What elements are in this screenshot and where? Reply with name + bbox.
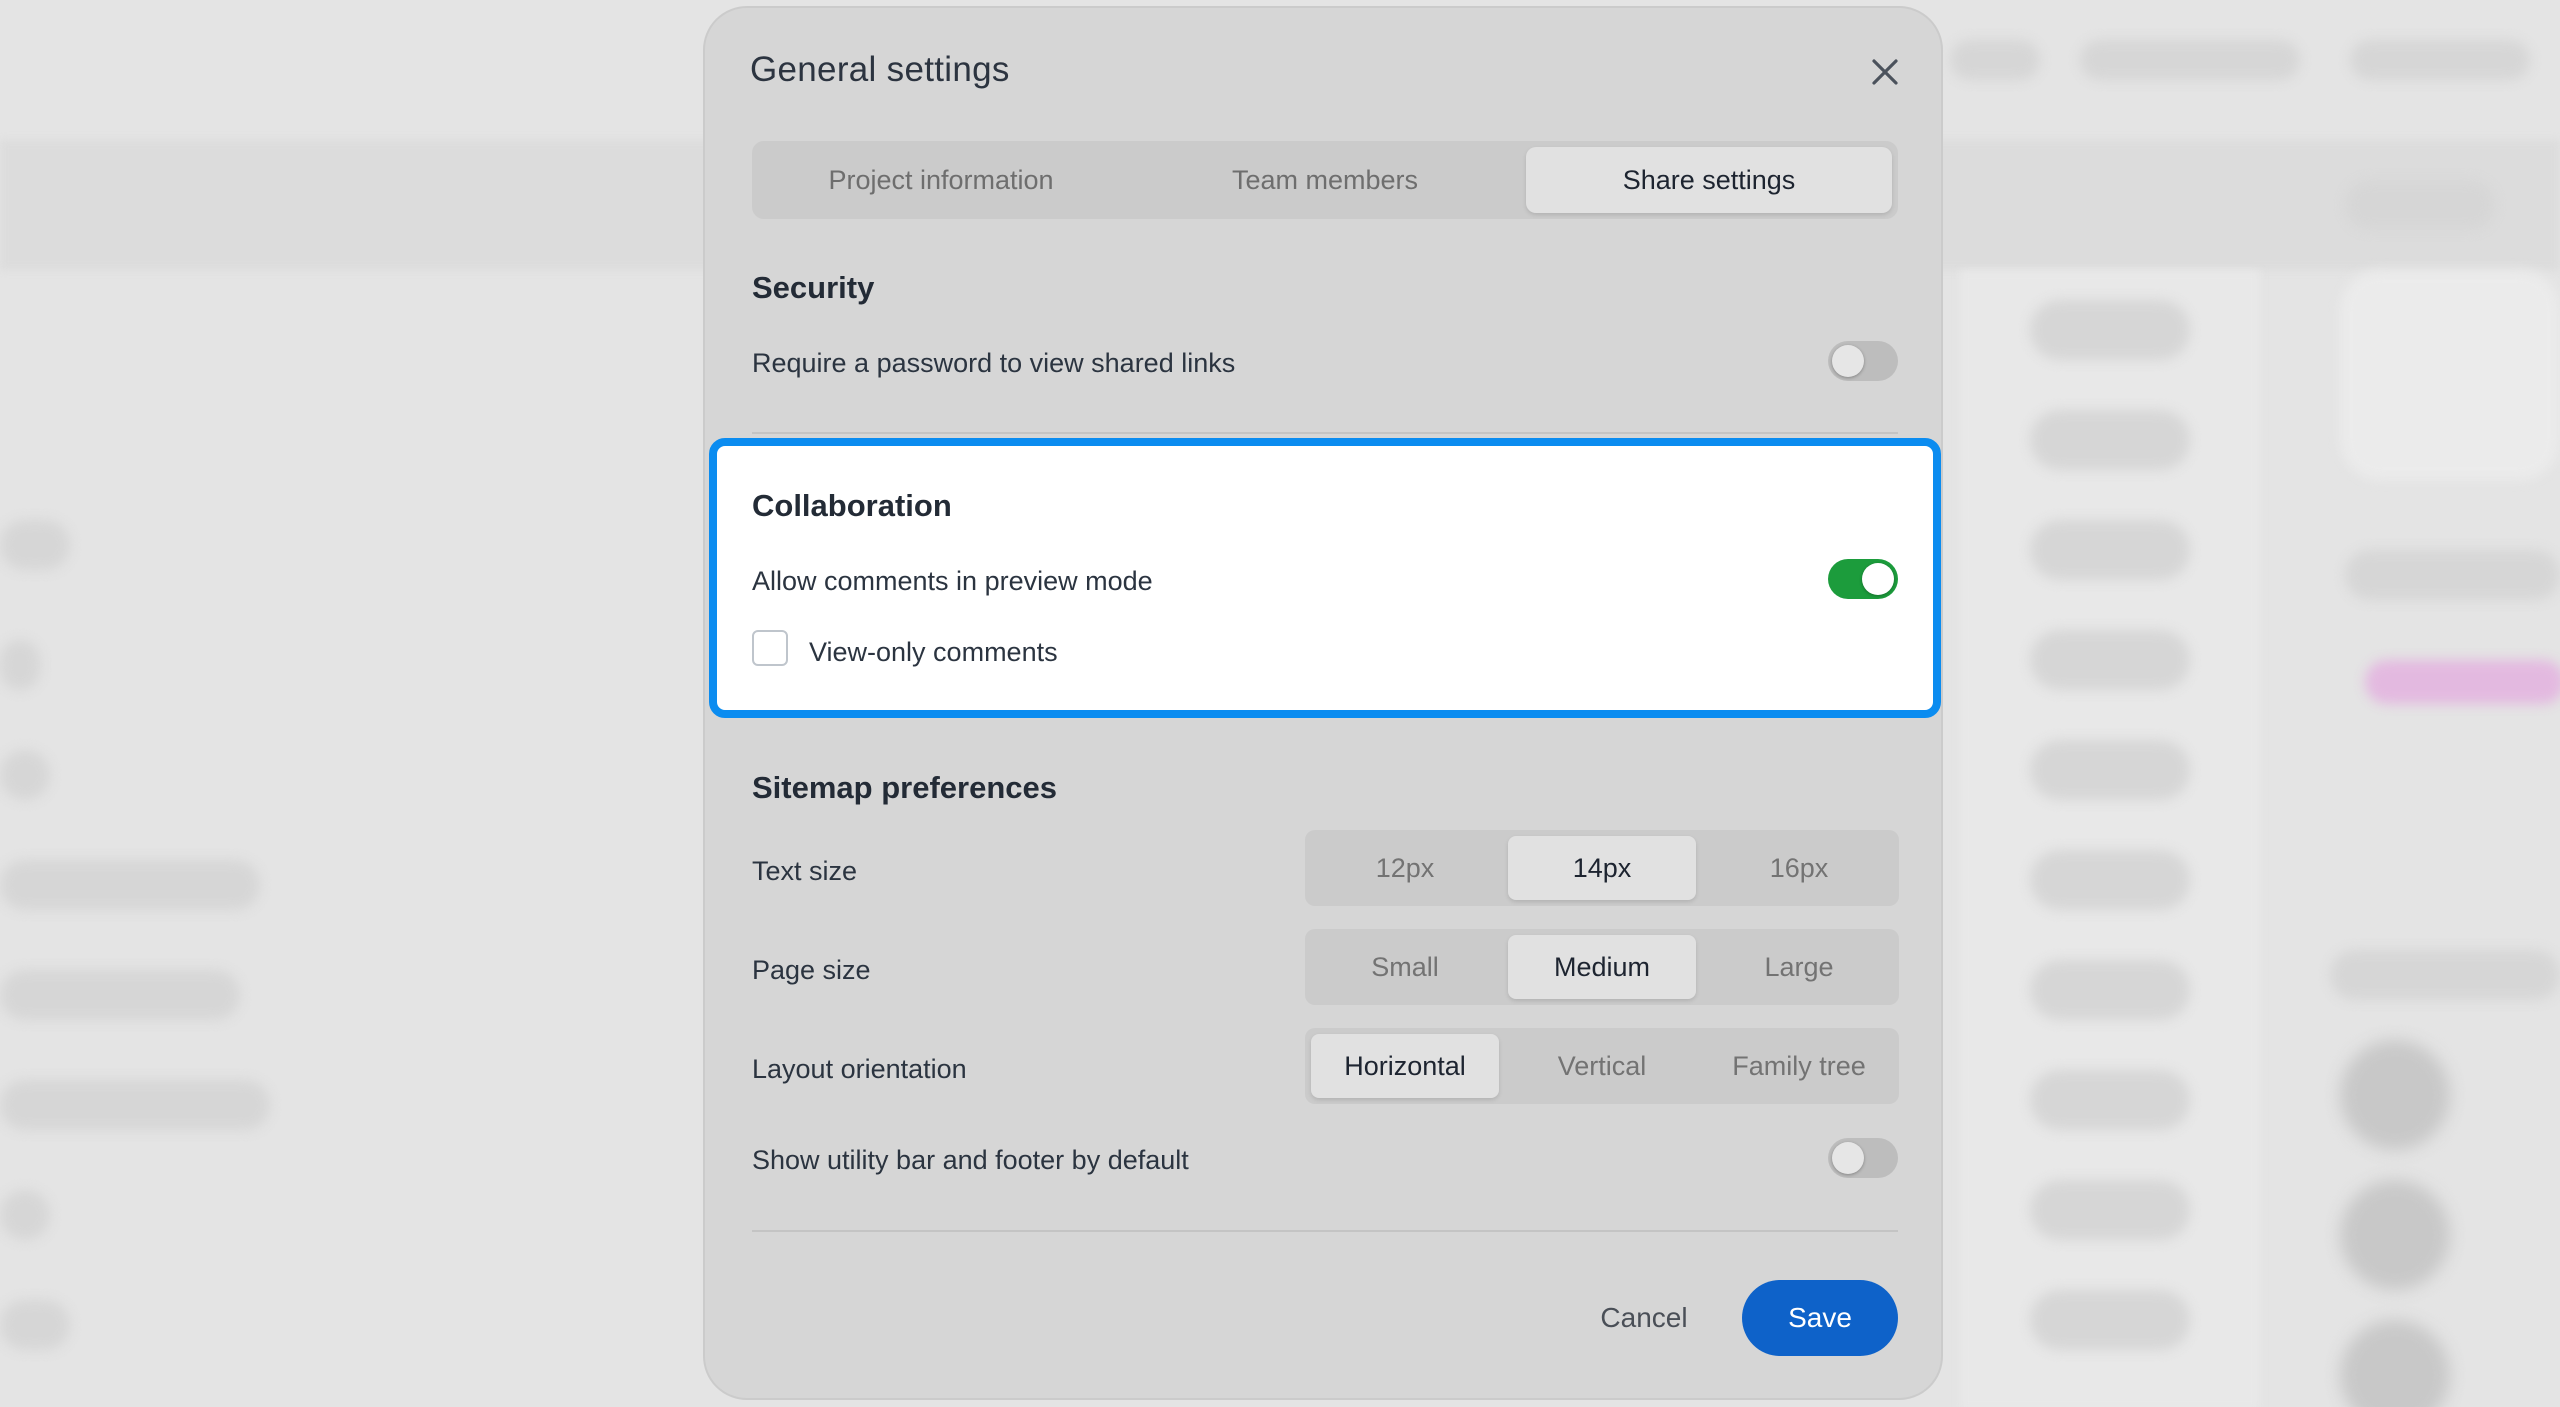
page-size-option-large[interactable]: Large	[1705, 935, 1893, 999]
background-blob	[0, 1190, 50, 1240]
text-size-option-16px[interactable]: 16px	[1705, 836, 1893, 900]
background-blob	[2030, 410, 2190, 470]
background-blob	[0, 750, 50, 800]
background-blob	[2030, 850, 2190, 910]
toggle-knob	[1862, 563, 1894, 595]
tab-project-information[interactable]: Project information	[758, 147, 1124, 213]
text-size-label: Text size	[752, 856, 858, 886]
password-toggle[interactable]	[1828, 341, 1898, 381]
general-settings-modal: General settings Project information Tea…	[703, 6, 1943, 1400]
toggle-knob	[1832, 345, 1864, 377]
background-tag	[2365, 660, 2560, 704]
text-size-option-12px[interactable]: 12px	[1311, 836, 1499, 900]
security-heading: Security	[752, 270, 875, 305]
layout-option-vertical[interactable]: Vertical	[1508, 1034, 1696, 1098]
settings-tabs: Project information Team members Share s…	[752, 141, 1898, 219]
background-blob	[2030, 1290, 2190, 1350]
background-avatar	[2340, 1320, 2450, 1407]
section-divider	[752, 432, 1898, 434]
background-blob	[0, 640, 40, 690]
toggle-knob	[1832, 1142, 1864, 1174]
tab-team-members[interactable]: Team members	[1142, 147, 1508, 213]
footer-divider	[752, 1230, 1898, 1232]
background-blob	[2030, 1070, 2190, 1130]
background-blob	[0, 970, 240, 1020]
sitemap-heading: Sitemap preferences	[752, 770, 1057, 805]
background-blob	[2345, 180, 2495, 230]
page-size-option-medium[interactable]: Medium	[1508, 935, 1696, 999]
text-size-option-14px[interactable]: 14px	[1508, 836, 1696, 900]
background-blob	[2030, 740, 2190, 800]
view-only-comments-label: View-only comments	[809, 637, 1058, 667]
background-blob	[2330, 950, 2560, 1000]
background-avatar	[2340, 1180, 2450, 1290]
layout-orientation-selector: Horizontal Vertical Family tree	[1305, 1028, 1899, 1104]
background-blob	[2030, 630, 2190, 690]
background-avatar	[2340, 1040, 2450, 1150]
background-blob	[0, 860, 260, 910]
layout-orientation-label: Layout orientation	[752, 1054, 967, 1084]
layout-option-family-tree[interactable]: Family tree	[1705, 1034, 1893, 1098]
modal-title: General settings	[750, 50, 1010, 89]
background-blob	[0, 1080, 270, 1130]
layout-option-horizontal[interactable]: Horizontal	[1311, 1034, 1499, 1098]
allow-comments-label: Allow comments in preview mode	[752, 566, 1153, 596]
text-size-selector: 12px 14px 16px	[1305, 830, 1899, 906]
tab-share-settings[interactable]: Share settings	[1526, 147, 1892, 213]
background-card	[2340, 270, 2560, 480]
save-button[interactable]: Save	[1742, 1280, 1898, 1356]
page-size-label: Page size	[752, 955, 871, 985]
background-blob	[0, 1300, 70, 1350]
close-icon	[1872, 59, 1898, 85]
utility-bar-label: Show utility bar and footer by default	[752, 1145, 1189, 1175]
background-blob	[2030, 1180, 2190, 1240]
background-blob	[2030, 520, 2190, 580]
background-blob	[0, 520, 70, 570]
collaboration-heading: Collaboration	[752, 488, 952, 523]
utility-bar-toggle[interactable]	[1828, 1138, 1898, 1178]
background-blob	[2030, 960, 2190, 1020]
background-blob	[2080, 40, 2300, 80]
allow-comments-toggle[interactable]	[1828, 559, 1898, 599]
page-size-selector: Small Medium Large	[1305, 929, 1899, 1005]
password-setting-label: Require a password to view shared links	[752, 348, 1236, 378]
cancel-button[interactable]: Cancel	[1575, 1280, 1713, 1356]
background-blob	[2030, 300, 2190, 360]
background-blob	[2350, 40, 2530, 80]
page-size-option-small[interactable]: Small	[1311, 935, 1499, 999]
close-button[interactable]	[1865, 52, 1905, 92]
background-blob	[1950, 40, 2040, 80]
view-only-comments-checkbox[interactable]	[752, 630, 788, 666]
background-blob	[2345, 550, 2560, 600]
